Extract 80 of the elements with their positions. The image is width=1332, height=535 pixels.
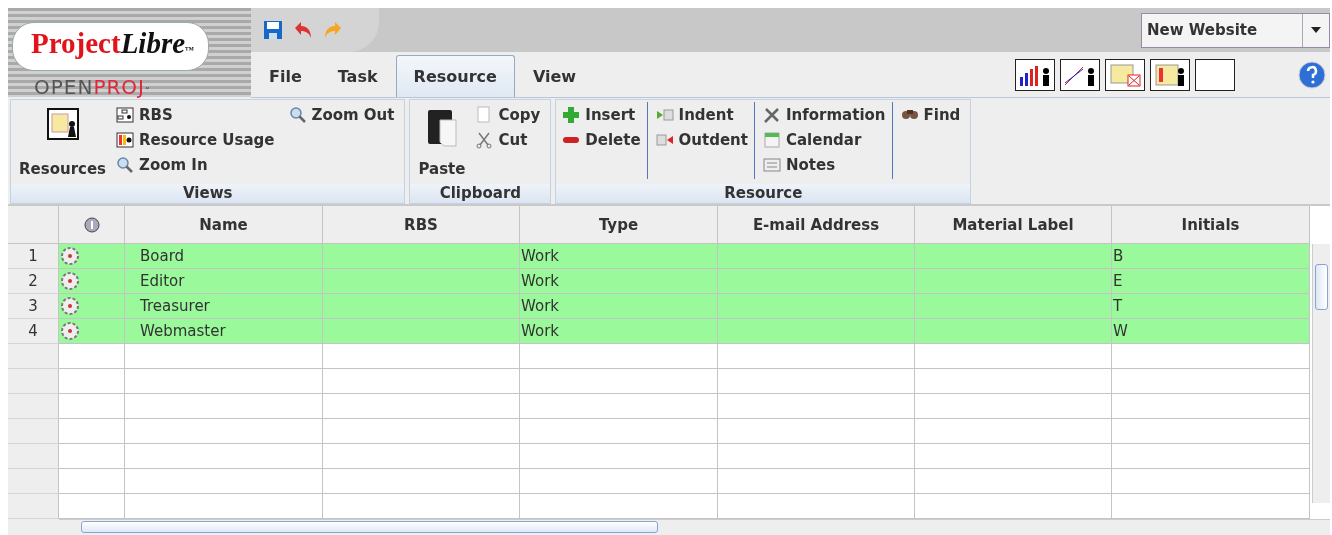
- gear-icon: [60, 296, 80, 317]
- table-cell: Work: [520, 294, 718, 320]
- chart-view-icon[interactable]: [1060, 58, 1100, 91]
- ribbon-button[interactable]: RBS: [116, 102, 275, 127]
- row-number: 3: [8, 294, 59, 320]
- column-header[interactable]: E-mail Address: [718, 206, 915, 245]
- horizontal-scrollbar[interactable]: [59, 519, 1330, 535]
- ribbon-button[interactable]: Indent: [655, 102, 748, 127]
- column-header[interactable]: Material Label: [915, 206, 1112, 245]
- table-cell: B: [1112, 244, 1310, 270]
- zoom-out-icon: [288, 105, 307, 124]
- ribbon-large-button[interactable]: Paste: [416, 102, 468, 185]
- row-number: 1: [8, 244, 59, 270]
- group-title: Resource: [556, 184, 971, 204]
- column-header[interactable]: Initials: [1112, 206, 1310, 245]
- ribbon-button[interactable]: Zoom In: [116, 152, 275, 177]
- row-header: [8, 469, 59, 495]
- resource-sheet-view-icon[interactable]: [1150, 58, 1190, 91]
- ribbon-button[interactable]: Zoom Out: [288, 102, 395, 127]
- ribbon-button[interactable]: Information: [762, 102, 886, 127]
- ribbon-button[interactable]: Delete: [562, 127, 641, 152]
- row-number: 2: [8, 269, 59, 295]
- table-cell: Treasurer: [125, 294, 323, 320]
- vertical-scrollbar[interactable]: [1312, 244, 1330, 504]
- ribbon-button[interactable]: Insert: [562, 102, 641, 127]
- ribbon-button[interactable]: Copy: [475, 102, 541, 127]
- menu-tab[interactable]: File: [251, 55, 320, 97]
- ribbon-button[interactable]: Resource Usage: [116, 127, 275, 152]
- table-cell: Editor: [125, 269, 323, 295]
- caret-icon: [1311, 27, 1321, 33]
- row-header: [8, 369, 59, 395]
- ribbon-button[interactable]: Notes: [762, 152, 886, 177]
- undo-icon[interactable]: [293, 20, 313, 40]
- logo: ProjectLibre™: [12, 22, 210, 71]
- gear-icon: [60, 246, 80, 267]
- resource-usage-icon: [116, 130, 135, 149]
- help-icon[interactable]: [1298, 60, 1326, 89]
- column-header[interactable]: Name: [125, 206, 323, 245]
- minus-icon: [563, 136, 580, 143]
- row-number: 4: [8, 319, 59, 345]
- ribbon-button[interactable]: Calendar: [762, 127, 886, 152]
- binoculars-icon: [901, 110, 918, 119]
- row-header: [8, 444, 59, 470]
- menu-tab[interactable]: View: [514, 55, 595, 97]
- ribbon-button[interactable]: Cut: [475, 127, 541, 152]
- table-cell: Webmaster: [125, 319, 323, 345]
- hierarchy-icon: [116, 105, 135, 124]
- save-icon[interactable]: [263, 20, 283, 40]
- menu-tab[interactable]: Task: [319, 55, 396, 97]
- column-header[interactable]: RBS: [323, 206, 520, 245]
- sub-logo: OPENPROJ˜: [34, 75, 151, 99]
- ribbon-large-button[interactable]: Resources: [17, 102, 109, 185]
- group-title: Views: [11, 184, 405, 204]
- sheet-remove-icon[interactable]: [1105, 58, 1145, 91]
- table-cell: Work: [520, 244, 718, 270]
- zoom-in-icon: [116, 155, 135, 174]
- table-cell: Board: [125, 244, 323, 270]
- table-cell: W: [1112, 319, 1310, 345]
- table-cell: Work: [520, 319, 718, 345]
- gear-icon: [60, 321, 80, 342]
- table-cell: T: [1112, 294, 1310, 320]
- project-dropdown[interactable]: New Website: [1141, 12, 1330, 48]
- scissors-icon: [475, 130, 494, 149]
- histogram-view-icon[interactable]: [1015, 58, 1055, 91]
- table-cell: E: [1112, 269, 1310, 295]
- column-header[interactable]: Type: [520, 206, 718, 245]
- row-header: [8, 344, 59, 370]
- menu-tab[interactable]: Resource: [395, 55, 515, 97]
- blank-view-button[interactable]: [1195, 58, 1235, 91]
- ribbon-button[interactable]: Outdent: [655, 127, 748, 152]
- table-cell: Work: [520, 269, 718, 295]
- row-header: [8, 419, 59, 445]
- gear-icon: [60, 271, 80, 292]
- notes-icon: [762, 155, 781, 174]
- calendar-icon: [762, 130, 781, 149]
- group-title: Clipboard: [410, 184, 551, 204]
- info-circle-icon: [83, 216, 100, 233]
- plus-icon: [562, 105, 581, 124]
- row-header: [8, 394, 59, 420]
- ribbon-button[interactable]: Find: [900, 102, 961, 127]
